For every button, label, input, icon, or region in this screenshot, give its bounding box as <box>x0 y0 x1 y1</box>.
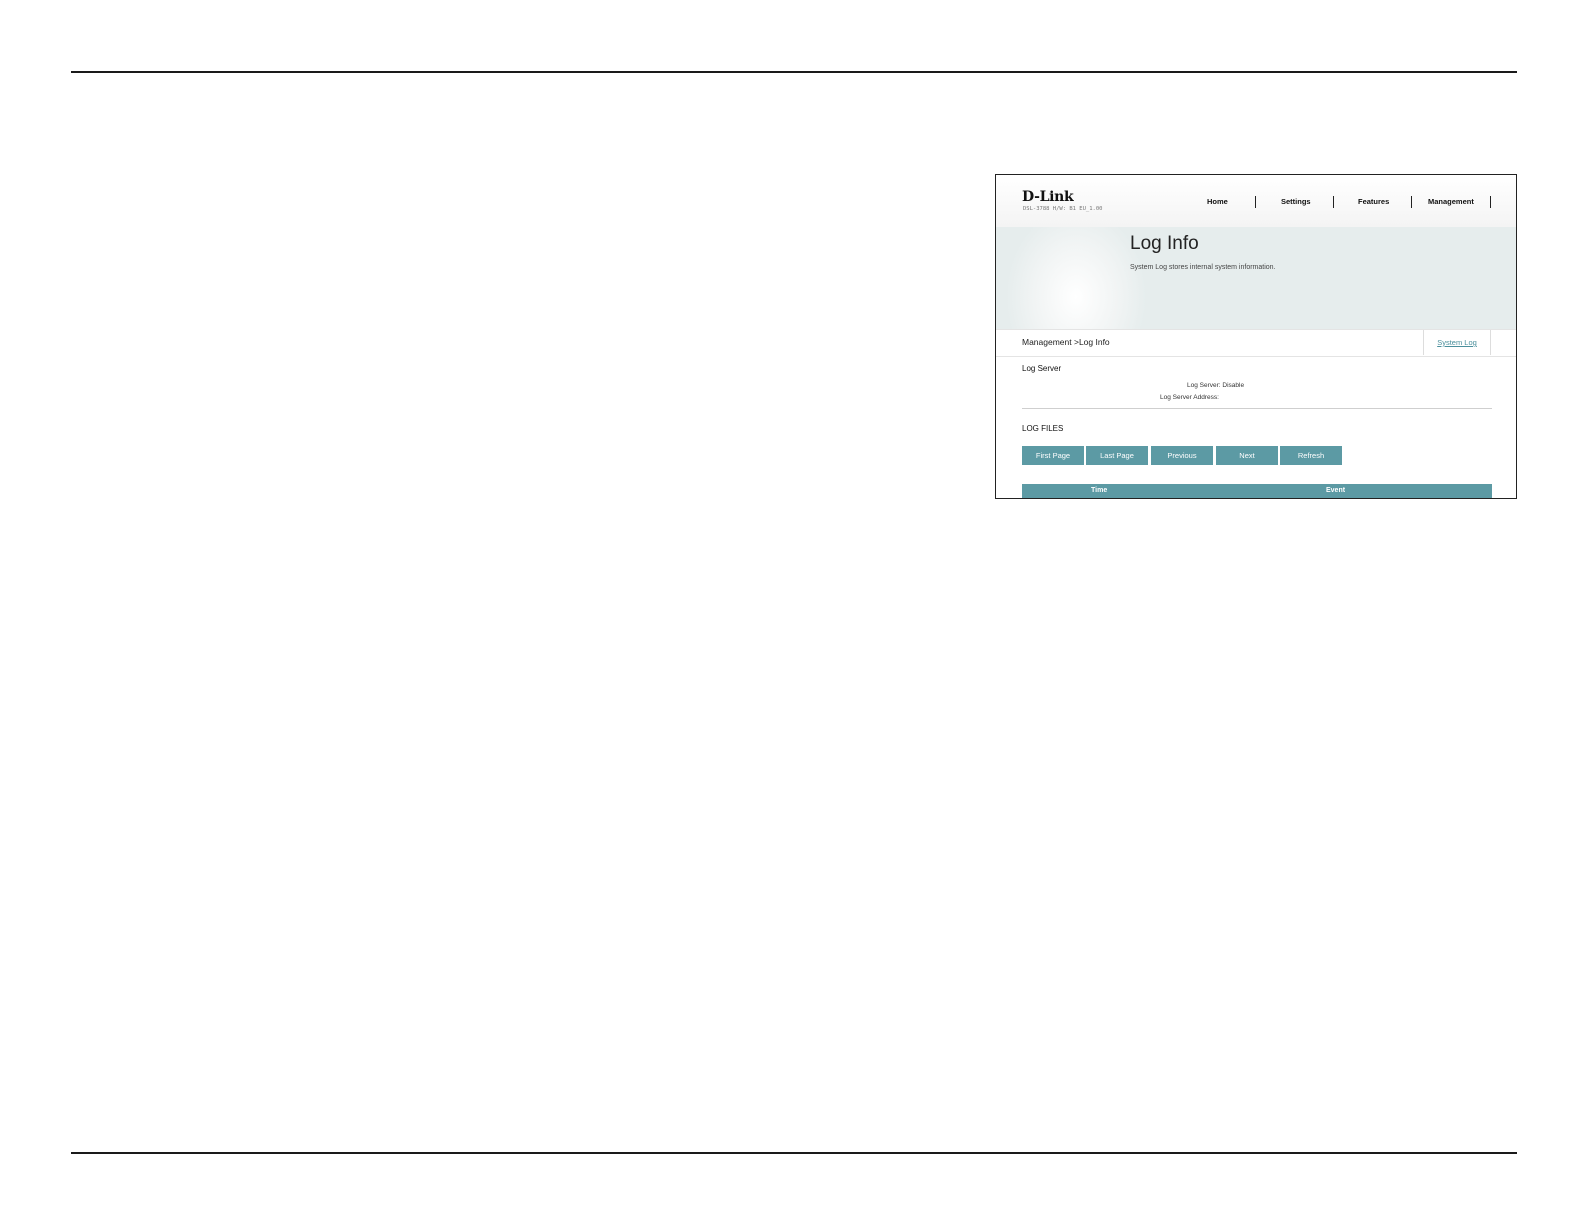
refresh-button[interactable]: Refresh <box>1280 446 1342 465</box>
bottom-rule <box>71 1152 1517 1154</box>
section-divider <box>1022 408 1492 409</box>
log-table-header: Time Event <box>1022 484 1492 498</box>
nav-separator <box>1255 196 1256 208</box>
page-subtitle: System Log stores internal system inform… <box>1130 264 1276 271</box>
nav-management[interactable]: Management <box>1428 197 1474 206</box>
dlink-logo: D-Link <box>1022 189 1074 205</box>
column-time: Time <box>1091 487 1108 494</box>
log-server-status: Log Server: Disable <box>1187 382 1245 389</box>
log-files-title: LOG FILES <box>1022 424 1064 433</box>
top-rule <box>71 71 1517 73</box>
breadcrumb: Management >Log Info <box>1022 337 1110 347</box>
router-header: D-Link DSL-3788 H/W: B1 EU_1.00 Home Set… <box>996 175 1516 228</box>
column-event: Event <box>1326 487 1346 494</box>
log-server-address-label: Log Server Address: <box>1160 394 1219 401</box>
log-server-title: Log Server <box>1022 364 1062 373</box>
nav-home[interactable]: Home <box>1207 197 1228 206</box>
last-page-button[interactable]: Last Page <box>1086 446 1148 465</box>
nav-settings[interactable]: Settings <box>1281 197 1311 206</box>
hero-banner: Log Info System Log stores internal syst… <box>996 227 1516 329</box>
router-screenshot: D-Link DSL-3788 H/W: B1 EU_1.00 Home Set… <box>995 174 1517 499</box>
previous-button[interactable]: Previous <box>1151 446 1213 465</box>
next-button[interactable]: Next <box>1216 446 1278 465</box>
model-info: DSL-3788 H/W: B1 EU_1.00 <box>1023 206 1103 212</box>
system-log-link[interactable]: System Log <box>1423 330 1491 355</box>
nav-separator <box>1411 196 1412 208</box>
first-page-button[interactable]: First Page <box>1022 446 1084 465</box>
nav-separator <box>1333 196 1334 208</box>
nav-features[interactable]: Features <box>1358 197 1389 206</box>
nav-separator <box>1490 196 1491 208</box>
breadcrumb-bar: Management >Log Info System Log <box>996 329 1516 357</box>
page-title: Log Info <box>1130 233 1199 254</box>
